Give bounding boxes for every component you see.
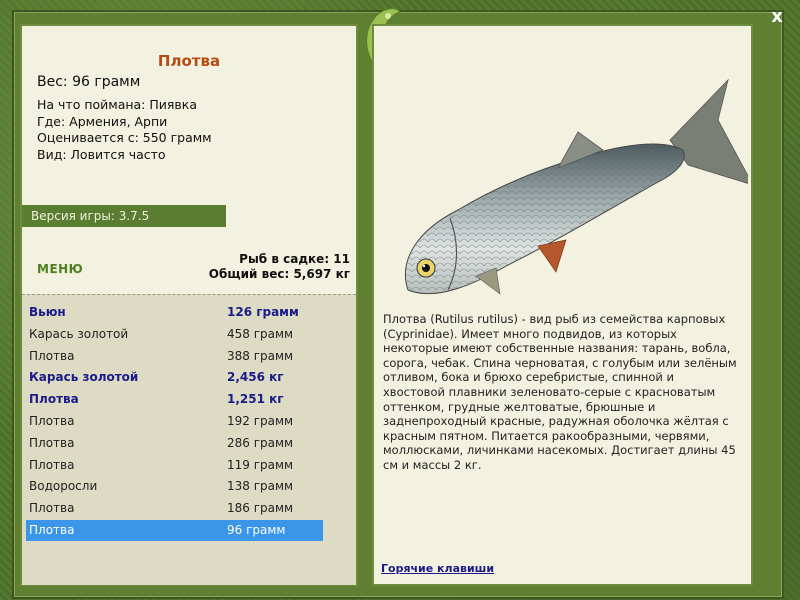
catch-fish-weight: 138 грамм — [227, 479, 294, 494]
catch-fish-name: Плотва — [29, 414, 75, 428]
catch-fish-weight: 126 грамм — [227, 305, 299, 319]
fish-title: Плотва — [157, 52, 221, 70]
catch-fish-name: Плотва — [29, 501, 75, 516]
catch-fish-weight: 186 грамм — [227, 501, 294, 516]
catch-row[interactable]: Плотва 186 грамм — [26, 498, 323, 519]
roach-fish-image — [404, 78, 748, 295]
fish-count: Рыб в садке: 11 — [239, 252, 350, 266]
fish-valued-from: Оценивается с: 550 грамм — [37, 130, 212, 145]
catch-fish-weight: 286 грамм — [227, 435, 294, 450]
catch-fish-name: Плотва — [29, 348, 75, 363]
menu-button[interactable]: МЕНЮ — [37, 262, 83, 276]
fish-bait: На что поймана: Пиявка — [37, 97, 197, 112]
catch-row[interactable]: Вьюн 126 грамм — [26, 302, 323, 323]
catch-row[interactable]: Плотва 286 грамм — [26, 433, 323, 454]
catch-fish-weight: 1,251 кг — [227, 392, 284, 407]
catch-fish-weight: 458 грамм — [227, 326, 294, 341]
fish-description-panel: Плотва (Rutilus rutilus) - вид рыб из се… — [372, 24, 753, 586]
catch-row-selected[interactable]: Плотва 96 грамм — [26, 520, 323, 541]
catch-fish-weight: 192 грамм — [227, 414, 294, 428]
catch-fish-name: Карась золотой — [29, 370, 139, 385]
fish-frequency: Вид: Ловится часто — [37, 146, 166, 162]
catch-summary: Рыб в садке: 11 Общий вес: 5,697 кг — [209, 252, 350, 282]
catch-list: Вьюн 126 грамм Карась золотой 458 грамм Плот… — [22, 294, 356, 585]
hotkeys-link[interactable]: Горячие клавиши — [381, 562, 494, 575]
catch-fish-name: Водоросли — [29, 479, 98, 494]
total-weight: Общий вес: 5,697 кг — [208, 267, 350, 281]
fish-info-panel: Плотва Вес: 96 грамм На что поймана: Пия… — [20, 24, 358, 586]
fish-details: На что поймана: Пиявка Где: Армения, Арп… — [37, 97, 212, 163]
catch-fish-name: Плотва — [29, 523, 75, 537]
catch-fish-name: Вьюн — [29, 305, 66, 319]
catch-fish-weight: 388 грамм — [227, 348, 294, 363]
catch-fish-name: Плотва — [29, 435, 75, 450]
catch-row[interactable]: Плотва 119 грамм — [26, 455, 323, 476]
catch-fish-name: Плотва — [29, 392, 79, 407]
catch-row[interactable]: Карась золотой 2,456 кг — [26, 367, 323, 388]
catch-fish-weight: 119 грамм — [227, 457, 294, 472]
catch-fish-weight: 96 грамм — [227, 523, 286, 537]
fish-weight: Вес: 96 грамм — [37, 74, 141, 90]
catch-fish-weight: 2,456 кг — [227, 370, 284, 385]
catch-row[interactable]: Плотва 1,251 кг — [26, 389, 323, 410]
fish-location: Где: Армения, Арпи — [37, 113, 168, 129]
game-version: Версия игры: 3.7.5 — [22, 205, 226, 227]
catch-row[interactable]: Карась золотой 458 грамм — [26, 324, 323, 345]
catch-row[interactable]: Плотва 192 грамм — [26, 411, 323, 432]
catch-fish-name: Карась золотой — [29, 326, 129, 341]
catch-row[interactable]: Водоросли 138 грамм — [26, 476, 323, 497]
catch-fish-name: Плотва — [29, 457, 75, 472]
catch-row[interactable]: Плотва 388 грамм — [26, 346, 323, 367]
close-button[interactable]: x — [766, 6, 788, 28]
fish-description: Плотва (Rutilus rutilus) - вид рыб из се… — [383, 312, 737, 472]
